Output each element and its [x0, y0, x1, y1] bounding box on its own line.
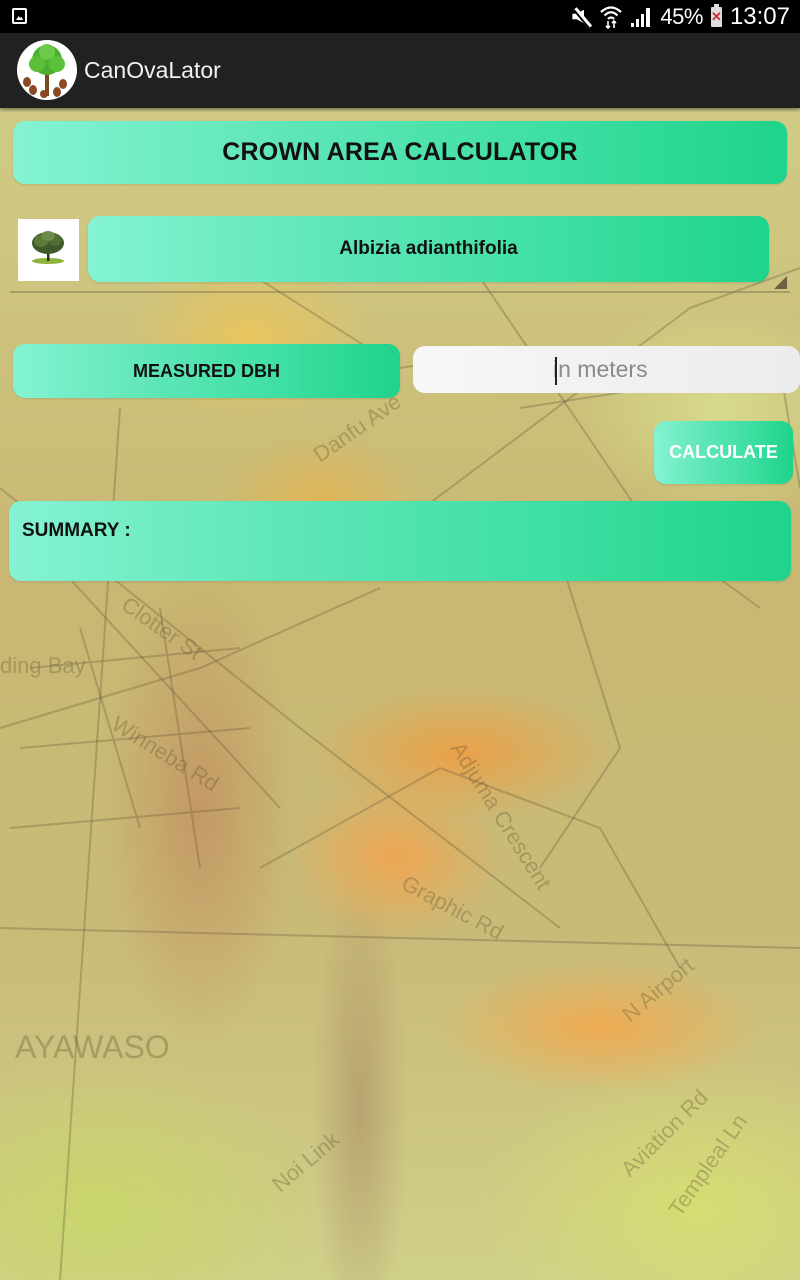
calculate-button[interactable]: CALCULATE: [654, 421, 793, 484]
svg-text:Clotter St: Clotter St: [117, 592, 206, 665]
svg-text:Winneba Rd: Winneba Rd: [107, 711, 223, 796]
background-image: ding Bay Winneba Rd Adjuma Crescent Grap…: [0, 108, 800, 1280]
status-bar: 45% 13:07: [0, 0, 800, 33]
image-notification-icon: [12, 8, 27, 24]
status-icons: 45% 13:07: [570, 0, 790, 33]
map-label: ding Bay: [0, 653, 86, 678]
mute-icon: [570, 6, 592, 28]
summary-label: SUMMARY :: [22, 520, 131, 541]
battery-charging-error-icon: [710, 3, 722, 27]
dbh-label: MEASURED DBH: [13, 344, 400, 398]
species-selected-value: Albizia adianthifolia: [339, 238, 518, 259]
tree-thumbnail-icon: [18, 219, 79, 281]
clock: 13:07: [729, 2, 790, 30]
app-bar: CanOvaLator: [0, 33, 800, 108]
page-title-text: CROWN AREA CALCULATOR: [222, 138, 578, 166]
wifi-icon: [600, 5, 623, 29]
signal-icon: [630, 6, 652, 28]
svg-text:Noi Link: Noi Link: [267, 1126, 345, 1197]
summary-panel: SUMMARY :: [9, 501, 791, 581]
page-title: CROWN AREA CALCULATOR: [13, 121, 787, 184]
tree-logo-icon: [17, 40, 77, 100]
svg-text:N Airport: N Airport: [617, 953, 699, 1027]
svg-text:Graphic Rd: Graphic Rd: [398, 870, 508, 944]
battery-percent: 45%: [660, 3, 703, 29]
dropdown-underline: [10, 291, 790, 293]
species-dropdown[interactable]: Albizia adianthifolia: [88, 216, 769, 282]
dbh-label-text: MEASURED DBH: [132, 360, 280, 381]
svg-text:AYAWASO: AYAWASO: [15, 1029, 170, 1065]
calculate-button-label: CALCULATE: [669, 442, 778, 462]
dbh-input[interactable]: [413, 346, 800, 393]
svg-text:Adjuma Crescent: Adjuma Crescent: [446, 737, 557, 893]
text-caret: [555, 357, 557, 385]
app-title: CanOvaLator: [84, 57, 221, 83]
svg-text:Danfu Ave: Danfu Ave: [309, 389, 406, 467]
